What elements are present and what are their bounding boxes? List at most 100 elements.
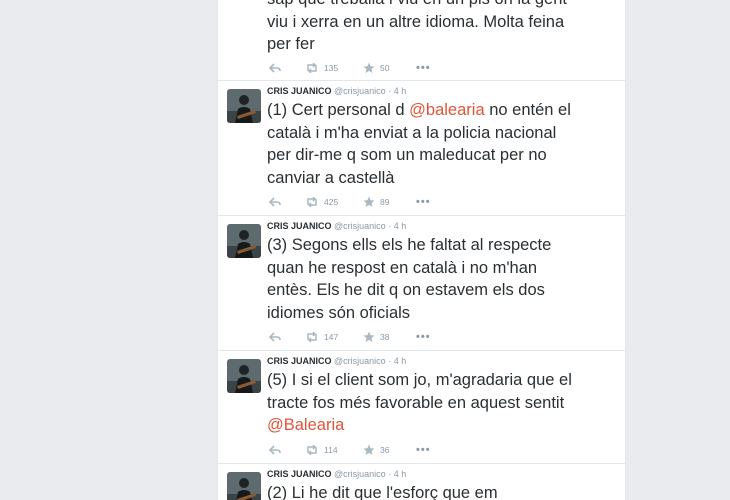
favorite-button[interactable]: 50: [363, 61, 389, 75]
tweet-timeline: sap que treballa i viu en un pis on la g…: [217, 0, 626, 500]
tweet-header: CRIS JUANICO @crisjuanico · 4 h: [267, 468, 406, 480]
tweet-text-line: (2) Li he dit que l'esforç que em: [267, 482, 617, 500]
text-segment: viu i xerra en un altre idioma. Molta fe…: [267, 12, 565, 31]
author-handle[interactable]: @crisjuanico: [334, 86, 386, 96]
tweet-item[interactable]: CRIS JUANICO @crisjuanico · 4 h (3) Sego…: [218, 215, 625, 351]
tweet-item[interactable]: CRIS JUANICO @crisjuanico · 4 h (2) Li h…: [218, 463, 625, 500]
text-segment: (2) Li he dit que l'esforç que em: [267, 484, 498, 500]
text-segment: canviar a castellà: [267, 168, 395, 187]
text-segment: no entén el: [484, 101, 571, 119]
tweet-text-line: (3) Segons ells els he faltat al respect…: [267, 234, 617, 257]
reply-button[interactable]: [269, 443, 281, 457]
tweet-text-line: (5) I si el client som jo, m'agradaria q…: [267, 369, 617, 392]
retweet-button[interactable]: 114: [305, 443, 338, 457]
text-segment: per fer: [267, 35, 315, 53]
tweet-text-line: viu i xerra en un altre idioma. Molta fe…: [267, 11, 617, 34]
tweet-text-line: (1) Cert personal d @balearia no entén e…: [267, 99, 617, 122]
star-icon: [363, 196, 375, 207]
text-segment: (1) Cert personal d: [267, 101, 410, 119]
favorite-count: 89: [380, 197, 390, 207]
tweet-item[interactable]: CRIS JUANICO @crisjuanico · 4 h (5) I si…: [218, 350, 625, 464]
star-icon: [363, 444, 375, 455]
avatar[interactable]: [227, 224, 261, 258]
avatar[interactable]: [227, 89, 261, 123]
separator-dot: ·: [388, 86, 392, 96]
separator-dot: ·: [388, 221, 392, 231]
author-handle[interactable]: @crisjuanico: [334, 469, 386, 479]
text-segment: tracte fos més favorable en aquest senti…: [267, 393, 565, 412]
tweet-item[interactable]: CRIS JUANICO @crisjuanico · 4 h (1) Cert…: [218, 80, 625, 216]
tweet-timestamp[interactable]: 4 h: [394, 356, 407, 366]
author-name[interactable]: CRIS JUANICO: [267, 356, 332, 366]
tweet-text-line: quan he respost en català i no m'han: [267, 257, 617, 280]
tweet-text: sap que treballa i viu en un pis on la g…: [267, 0, 617, 56]
retweet-count: 135: [324, 63, 339, 73]
tweet-header: CRIS JUANICO @crisjuanico · 4 h: [267, 85, 406, 97]
tweet-text-line: canviar a castellà: [267, 167, 617, 190]
favorite-button[interactable]: 89: [363, 195, 389, 209]
tweet-timestamp[interactable]: 4 h: [394, 221, 407, 231]
tweet-text-line: per fer: [267, 33, 617, 56]
separator-dot: ·: [388, 469, 392, 479]
author-name[interactable]: CRIS JUANICO: [267, 86, 332, 96]
more-icon: •••: [416, 444, 431, 456]
tweet-header: CRIS JUANICO @crisjuanico · 4 h: [267, 355, 406, 367]
tweet-text-line: entès. Els he dit q on estavem els dos: [267, 279, 617, 302]
tweet-text: (5) I si el client som jo, m'agradaria q…: [267, 369, 617, 437]
tweet-timestamp[interactable]: 4 h: [394, 469, 407, 479]
tweet-text-line: idiomes són oficials: [267, 302, 617, 325]
retweet-button[interactable]: 147: [305, 330, 338, 344]
separator-dot: ·: [388, 356, 392, 366]
more-button[interactable]: •••: [416, 61, 431, 75]
author-handle[interactable]: @crisjuanico: [334, 356, 386, 366]
text-segment: entès. Els he dit q on estavem els dos: [267, 281, 545, 299]
star-icon: [363, 331, 375, 342]
more-button[interactable]: •••: [416, 195, 431, 209]
text-segment: (3) Segons ells els he faltat al respect…: [267, 236, 552, 254]
tweet-text-line: català i m'ha enviat a la policia nacion…: [267, 122, 617, 145]
reply-button[interactable]: [269, 330, 281, 344]
retweet-icon: [307, 332, 317, 342]
favorite-button[interactable]: 36: [363, 443, 389, 457]
reply-icon: [269, 63, 281, 73]
text-segment: (5) I si el client som jo, m'agradaria q…: [267, 371, 572, 389]
retweet-button[interactable]: 425: [305, 195, 338, 209]
text-segment: quan he respost en català i no m'han: [267, 258, 538, 277]
tweet-text: (3) Segons ells els he faltat al respect…: [267, 234, 617, 324]
retweet-icon: [307, 445, 317, 455]
more-icon: •••: [416, 331, 431, 343]
retweet-button[interactable]: 135: [305, 61, 338, 75]
more-button[interactable]: •••: [416, 330, 431, 344]
reply-icon: [269, 445, 281, 455]
more-icon: •••: [416, 62, 431, 74]
author-name[interactable]: CRIS JUANICO: [267, 221, 332, 231]
favorite-count: 50: [380, 63, 390, 73]
tweet-timestamp[interactable]: 4 h: [394, 86, 407, 96]
retweet-count: 114: [324, 445, 338, 455]
favorite-count: 38: [380, 332, 390, 342]
tweet-text-line: @Balearia: [267, 414, 617, 437]
tweet-text-line: sap que treballa i viu en un pis on la g…: [267, 0, 617, 11]
favorite-button[interactable]: 38: [363, 330, 389, 344]
more-icon: •••: [416, 196, 431, 208]
author-name[interactable]: CRIS JUANICO: [267, 469, 332, 479]
reply-icon: [269, 332, 281, 342]
tweet-item[interactable]: sap que treballa i viu en un pis on la g…: [218, 0, 625, 81]
avatar[interactable]: [227, 359, 261, 393]
favorite-count: 36: [380, 445, 390, 455]
reply-button[interactable]: [269, 195, 281, 209]
avatar[interactable]: [227, 472, 261, 500]
mention-link[interactable]: @Balearia: [267, 416, 344, 434]
more-button[interactable]: •••: [416, 443, 431, 457]
text-segment: sap que treballa i viu en un pis on la g…: [267, 0, 567, 8]
retweet-icon: [307, 63, 317, 73]
mention-link[interactable]: @balearia: [409, 101, 484, 119]
text-segment: català i m'ha enviat a la policia nacion…: [267, 123, 557, 142]
reply-button[interactable]: [269, 61, 281, 75]
tweet-text: (2) Li he dit que l'esforç que em: [267, 482, 617, 500]
text-segment: idiomes són oficials: [267, 303, 411, 322]
star-icon: [363, 62, 375, 73]
author-handle[interactable]: @crisjuanico: [334, 221, 386, 231]
tweet-text-line: tracte fos més favorable en aquest senti…: [267, 392, 617, 415]
text-segment: per dir-me q som un maleducat per no: [267, 146, 547, 164]
